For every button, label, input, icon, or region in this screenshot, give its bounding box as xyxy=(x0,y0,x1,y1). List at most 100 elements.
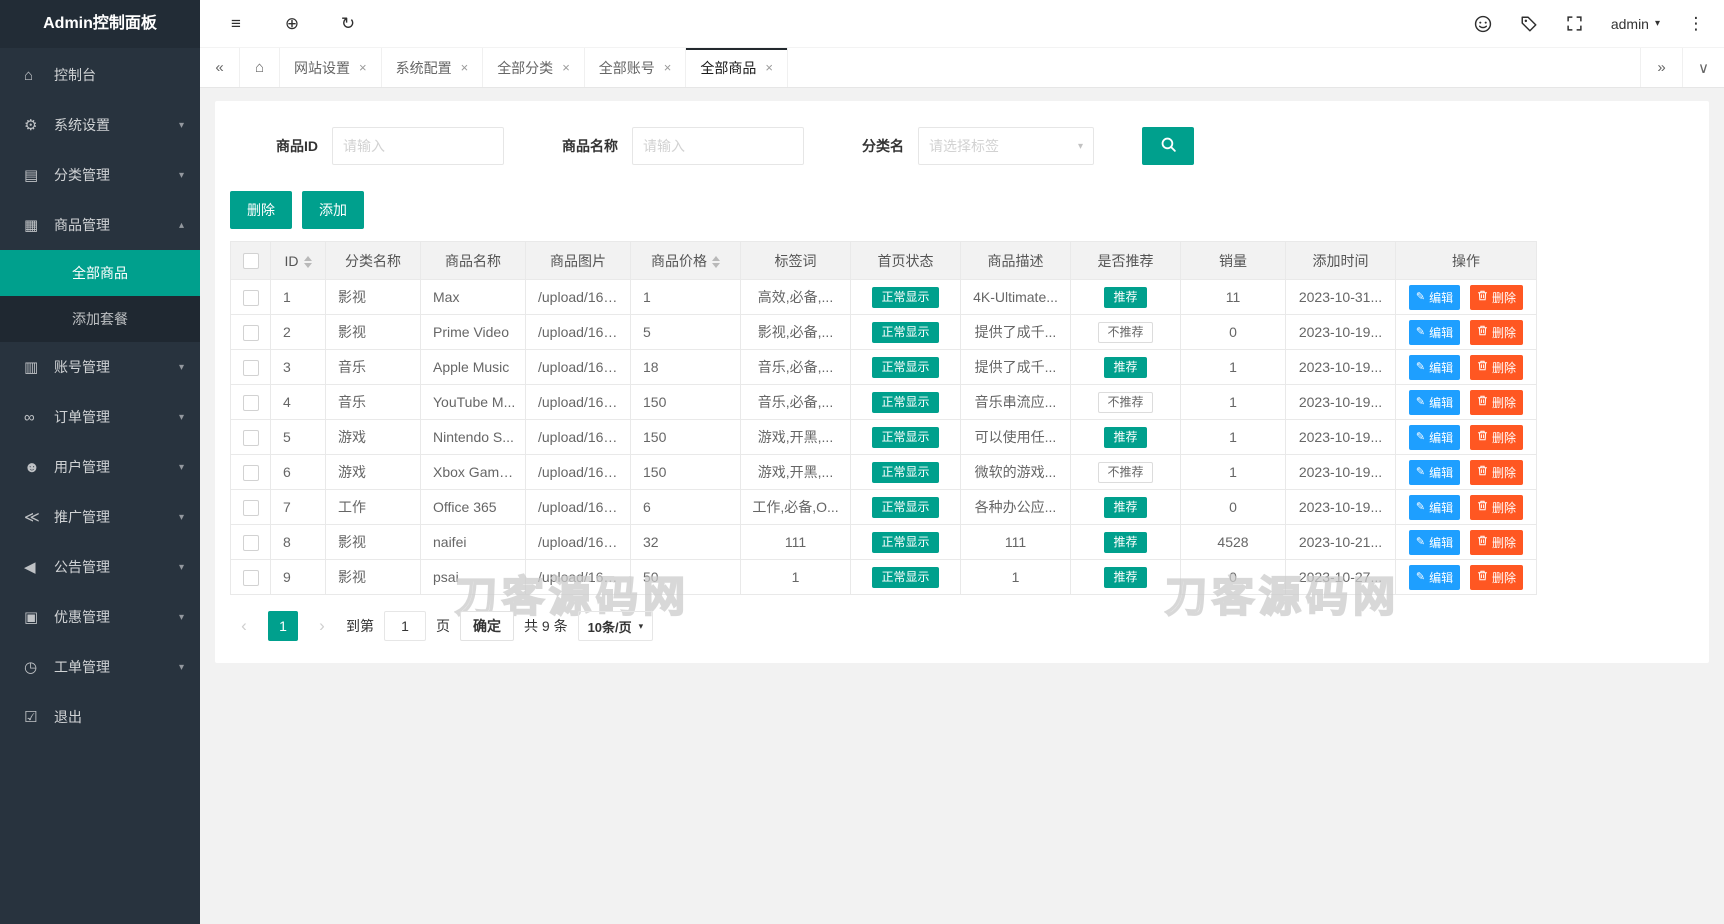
sidebar-item-ticket[interactable]: ◷ 工单管理 ▾ xyxy=(0,642,200,692)
delete-button[interactable]: 删除 xyxy=(1470,424,1524,450)
prev-page-button[interactable]: ‹ xyxy=(230,611,258,641)
tag-icon[interactable] xyxy=(1519,14,1539,34)
search-button[interactable] xyxy=(1142,127,1194,165)
product-name-input[interactable] xyxy=(632,127,804,165)
goto-confirm-button[interactable]: 确定 xyxy=(460,611,514,641)
sort-icon[interactable] xyxy=(303,255,312,268)
sidebar-subitem[interactable]: 添加套餐 xyxy=(0,296,200,342)
tab-3[interactable]: 全部分类 × xyxy=(483,48,585,87)
user-menu[interactable]: admin ▾ xyxy=(1611,16,1660,32)
product-id-input[interactable] xyxy=(332,127,504,165)
row-checkbox[interactable] xyxy=(242,429,259,446)
delete-button[interactable]: 删除 xyxy=(1470,529,1524,555)
edit-button[interactable]: ✎ 编辑 xyxy=(1408,494,1461,520)
tab-4[interactable]: 全部账号 × xyxy=(585,48,687,87)
globe-icon[interactable]: ⊕ xyxy=(282,14,302,34)
row-checkbox[interactable] xyxy=(242,464,259,481)
edit-button[interactable]: ✎ 编辑 xyxy=(1408,529,1461,555)
delete-button[interactable]: 删除 xyxy=(1470,564,1524,590)
chevron-icon: ▾ xyxy=(178,361,184,373)
delete-button[interactable]: 删除 xyxy=(1470,389,1524,415)
tabs-scroll-right-button[interactable]: » xyxy=(1640,48,1682,87)
sort-icon[interactable] xyxy=(712,255,720,268)
column-header[interactable]: 商品价格 xyxy=(630,241,741,280)
close-icon[interactable]: × xyxy=(359,60,367,75)
cell-tags: 111 xyxy=(740,524,851,560)
delete-button[interactable]: 删除 xyxy=(1470,284,1524,310)
row-checkbox[interactable] xyxy=(242,324,259,341)
row-checkbox[interactable] xyxy=(242,499,259,516)
sidebar-item-account[interactable]: ▥ 账号管理 ▾ xyxy=(0,342,200,392)
trash-icon xyxy=(1477,535,1488,549)
tab-1[interactable]: 网站设置 × xyxy=(280,48,382,87)
sidebar-item-promotion[interactable]: ≪ 推广管理 ▾ xyxy=(0,492,200,542)
row-checkbox[interactable] xyxy=(242,359,259,376)
row-checkbox[interactable] xyxy=(242,534,259,551)
sidebar-subitem[interactable]: 全部商品 xyxy=(0,250,200,296)
delete-selected-button[interactable]: 删除 xyxy=(230,191,292,229)
recommend-badge: 不推荐 xyxy=(1098,461,1153,483)
sidebar-item-category[interactable]: ▤ 分类管理 ▾ xyxy=(0,150,200,200)
sidebar-item-notice[interactable]: ◀ 公告管理 ▾ xyxy=(0,542,200,592)
delete-button[interactable]: 删除 xyxy=(1470,459,1524,485)
per-page-select[interactable]: 10条/页 ▾ xyxy=(577,611,654,641)
row-checkbox[interactable] xyxy=(242,394,259,411)
sidebar-item-user[interactable]: ☻ 用户管理 ▾ xyxy=(0,442,200,492)
add-product-button[interactable]: 添加 xyxy=(302,191,364,229)
edit-button[interactable]: ✎ 编辑 xyxy=(1408,424,1461,450)
clock-icon: ◷ xyxy=(24,659,38,676)
row-checkbox[interactable] xyxy=(242,289,259,306)
tab-2[interactable]: 系统配置 × xyxy=(382,48,484,87)
edit-button[interactable]: ✎ 编辑 xyxy=(1408,459,1461,485)
cell-price: 5 xyxy=(630,314,741,350)
cell-add-time: 2023-10-19... xyxy=(1285,349,1396,385)
sidebar-item-console[interactable]: ⌂ 控制台 xyxy=(0,50,200,100)
delete-button[interactable]: 删除 xyxy=(1470,494,1524,520)
trash-icon xyxy=(1477,325,1488,339)
collapse-sidebar-icon[interactable]: ≡ xyxy=(226,14,246,34)
home-tab[interactable]: ⌂ xyxy=(240,48,280,87)
refresh-icon[interactable]: ↻ xyxy=(338,14,358,34)
edit-button[interactable]: ✎ 编辑 xyxy=(1408,389,1461,415)
delete-button[interactable]: 删除 xyxy=(1470,319,1524,345)
close-icon[interactable]: × xyxy=(664,60,672,75)
cell-actions: ✎ 编辑 删除 xyxy=(1395,524,1537,560)
delete-button[interactable]: 删除 xyxy=(1470,354,1524,380)
customer-service-icon[interactable] xyxy=(1473,14,1493,34)
select-all-checkbox[interactable] xyxy=(242,253,259,270)
close-icon[interactable]: × xyxy=(562,60,570,75)
more-menu-icon[interactable]: ⋮ xyxy=(1686,14,1706,34)
page-1-button[interactable]: 1 xyxy=(268,611,298,641)
close-icon[interactable]: × xyxy=(461,60,469,75)
cell-sales: 1 xyxy=(1180,384,1286,420)
goto-page-input[interactable] xyxy=(384,611,426,641)
edit-button[interactable]: ✎ 编辑 xyxy=(1408,284,1461,310)
sidebar-item-order[interactable]: ∞ 订单管理 ▾ xyxy=(0,392,200,442)
cell-recommend: 推荐 xyxy=(1070,524,1181,560)
sidebar-item-coupon[interactable]: ▣ 优惠管理 ▾ xyxy=(0,592,200,642)
cell-add-time: 2023-10-31... xyxy=(1285,279,1396,315)
edit-button[interactable]: ✎ 编辑 xyxy=(1408,564,1461,590)
status-badge: 正常显示 xyxy=(872,531,939,553)
column-header[interactable]: ID xyxy=(270,241,326,280)
fullscreen-icon[interactable] xyxy=(1565,14,1585,34)
tabs-dropdown-button[interactable]: ∨ xyxy=(1682,48,1724,87)
sidebar-item-logout[interactable]: ☑ 退出 xyxy=(0,692,200,742)
category-select[interactable]: 请选择标签 ▾ xyxy=(918,127,1094,165)
cell-category: 影视 xyxy=(325,314,421,350)
status-badge: 正常显示 xyxy=(872,461,939,483)
next-page-button[interactable]: › xyxy=(308,611,336,641)
edit-button[interactable]: ✎ 编辑 xyxy=(1408,354,1461,380)
edit-button[interactable]: ✎ 编辑 xyxy=(1408,319,1461,345)
order-icon: ∞ xyxy=(24,408,35,426)
close-icon[interactable]: × xyxy=(765,60,773,75)
tab-5[interactable]: 全部商品 × xyxy=(686,48,788,87)
table-row: 7 工作 Office 365 /upload/169... 6 工作,必备,O… xyxy=(230,489,1537,525)
status-badge: 正常显示 xyxy=(872,426,939,448)
row-checkbox[interactable] xyxy=(242,569,259,586)
cell-category: 影视 xyxy=(325,279,421,315)
sidebar-item-goods[interactable]: ▦ 商品管理 ▴ xyxy=(0,200,200,250)
tabs-scroll-left-button[interactable]: « xyxy=(200,48,240,87)
sidebar-item-system[interactable]: ⚙ 系统设置 ▾ xyxy=(0,100,200,150)
cell-product-name: Xbox Game... xyxy=(420,454,526,490)
